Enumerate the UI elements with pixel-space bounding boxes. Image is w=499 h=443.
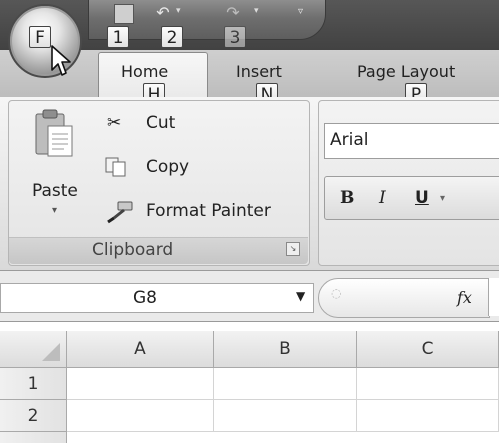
tab-insert[interactable]: Insert (236, 62, 282, 81)
format-painter-icon (107, 201, 133, 224)
customize-qat-icon[interactable]: ▿ (298, 6, 303, 17)
column-header-a[interactable]: A (67, 331, 214, 368)
column-header-c[interactable]: C (357, 331, 499, 368)
copy-icon (105, 157, 126, 177)
select-all-icon (42, 343, 60, 361)
redo-icon[interactable]: ↷ (222, 4, 244, 22)
redo-dropdown-icon[interactable]: ▾ (254, 6, 259, 16)
cut-icon: ✂ (107, 113, 122, 133)
keytip-qat-2: 2 (161, 26, 183, 48)
save-icon[interactable] (114, 4, 134, 24)
dialog-launcher-icon[interactable]: ↘ (286, 242, 300, 256)
name-box[interactable] (0, 283, 314, 313)
row-header-1[interactable]: 1 (0, 368, 67, 400)
column-header-b[interactable]: B (214, 331, 357, 368)
formula-input[interactable] (488, 278, 499, 316)
tab-page-layout[interactable]: Page Layout (357, 62, 455, 81)
name-box-dropdown-icon[interactable]: ▼ (296, 289, 305, 303)
cell-c2[interactable] (357, 400, 499, 432)
cell-b2[interactable] (214, 400, 357, 432)
underline-dropdown-icon[interactable]: ▾ (440, 193, 445, 204)
bold-button[interactable]: B (340, 188, 354, 208)
tab-home-label: Home (121, 62, 169, 81)
keytip-office: F (29, 26, 51, 48)
keytip-qat-3: 3 (224, 26, 246, 48)
cut-button[interactable]: Cut (146, 113, 175, 133)
select-all-corner[interactable] (0, 331, 67, 368)
insert-function-button[interactable]: fx (457, 288, 472, 307)
paste-icon[interactable] (34, 108, 74, 170)
cell-a2[interactable] (67, 400, 214, 432)
formula-expand-icon[interactable]: ◌ (331, 286, 341, 300)
row-header-2[interactable]: 2 (0, 400, 67, 432)
mouse-cursor-icon (51, 45, 71, 76)
cell-b1[interactable] (214, 368, 357, 400)
cell-a1[interactable] (67, 368, 214, 400)
font-name-value: Arial (330, 130, 369, 150)
undo-icon[interactable]: ↶ (152, 4, 174, 22)
paste-dropdown-icon[interactable]: ▾ (52, 205, 57, 216)
clipboard-group-title: Clipboard (92, 240, 174, 260)
paste-button[interactable]: Paste (32, 181, 78, 201)
italic-button[interactable]: I (379, 188, 386, 208)
name-box-value: G8 (133, 288, 157, 308)
cell-c1[interactable] (357, 368, 499, 400)
format-painter-button[interactable]: Format Painter (146, 201, 271, 221)
underline-button[interactable]: U (415, 188, 429, 208)
row-header-3-partial[interactable] (0, 432, 67, 443)
copy-button[interactable]: Copy (146, 157, 189, 177)
keytip-qat-1: 1 (107, 26, 129, 48)
undo-dropdown-icon[interactable]: ▾ (176, 6, 181, 16)
